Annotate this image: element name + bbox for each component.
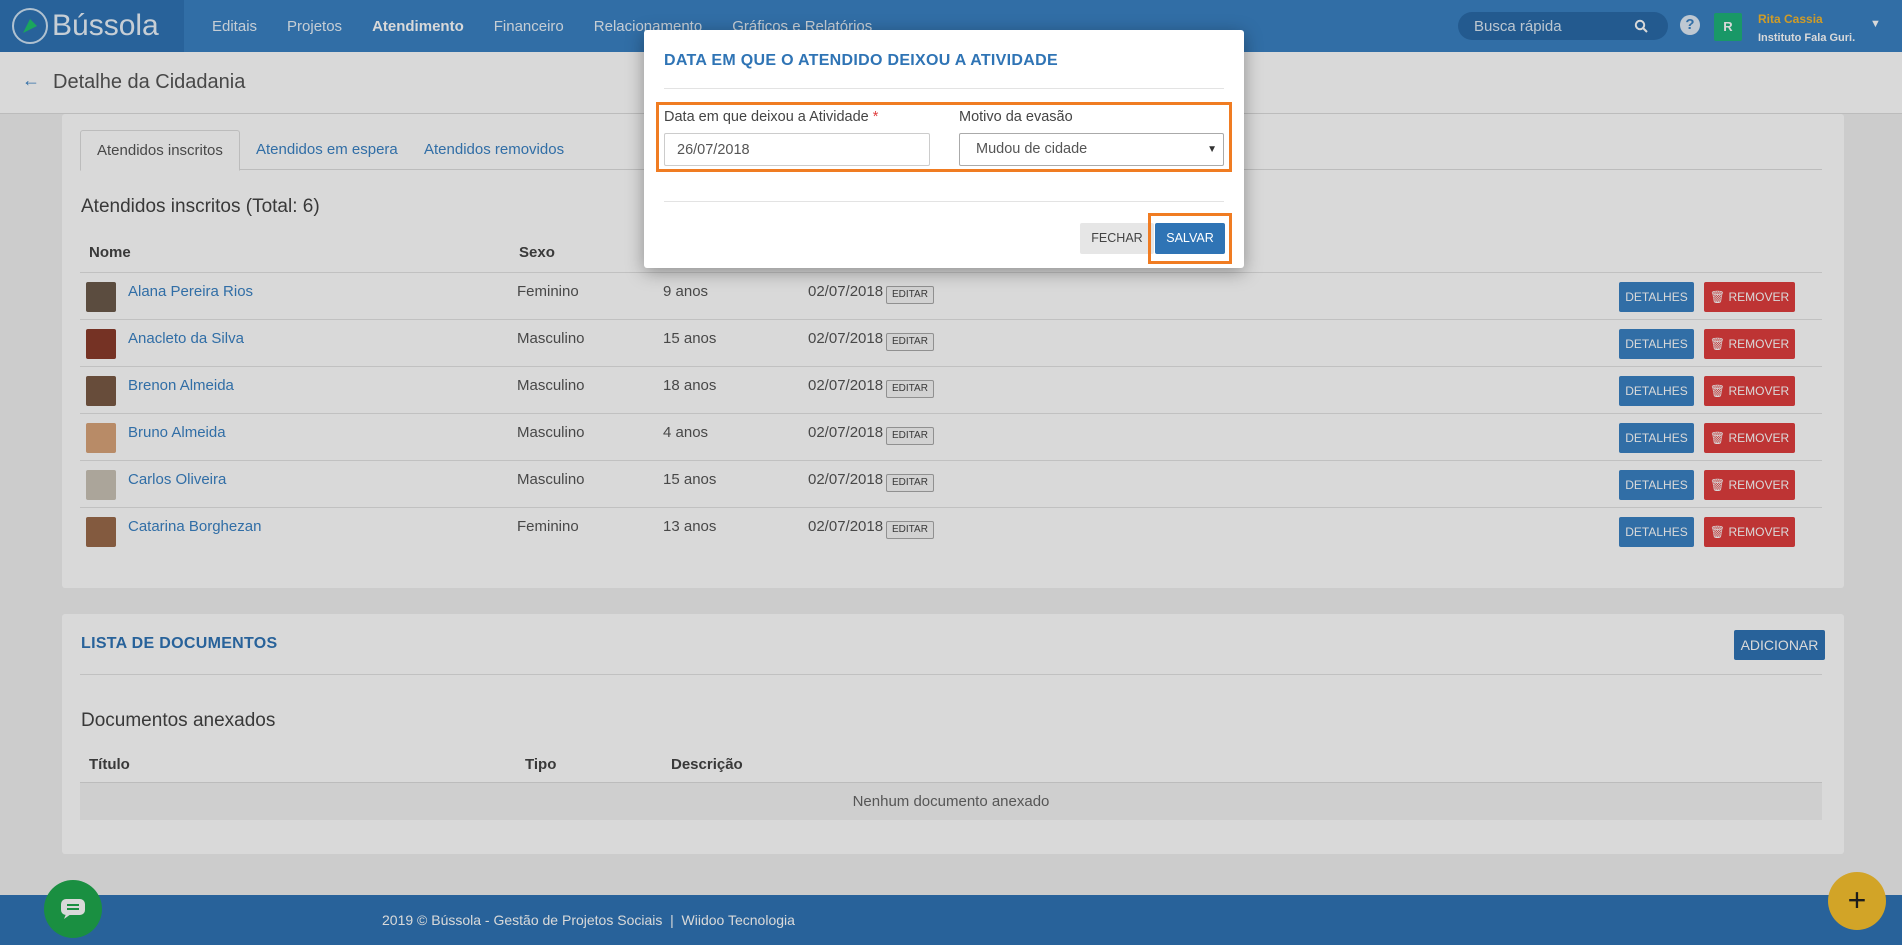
modal-title: DATA EM QUE O ATENDIDO DEIXOU A ATIVIDAD… <box>664 52 1058 69</box>
close-button[interactable]: FECHAR <box>1080 223 1154 254</box>
divider <box>664 88 1224 89</box>
leave-date-modal: DATA EM QUE O ATENDIDO DEIXOU A ATIVIDAD… <box>644 30 1244 268</box>
divider <box>664 201 1224 202</box>
reason-label: Motivo da evasão <box>959 109 1073 125</box>
reason-select[interactable]: Mudou de cidade ▼ <box>959 133 1224 166</box>
date-label-text: Data em que deixou a Atividade <box>664 109 869 125</box>
date-label: Data em que deixou a Atividade * <box>664 109 878 125</box>
chevron-down-icon: ▼ <box>1207 144 1217 155</box>
reason-select-value: Mudou de cidade <box>976 141 1088 157</box>
leave-date-field[interactable] <box>664 133 930 166</box>
save-button[interactable]: SALVAR <box>1155 223 1225 254</box>
required-mark: * <box>872 109 879 125</box>
